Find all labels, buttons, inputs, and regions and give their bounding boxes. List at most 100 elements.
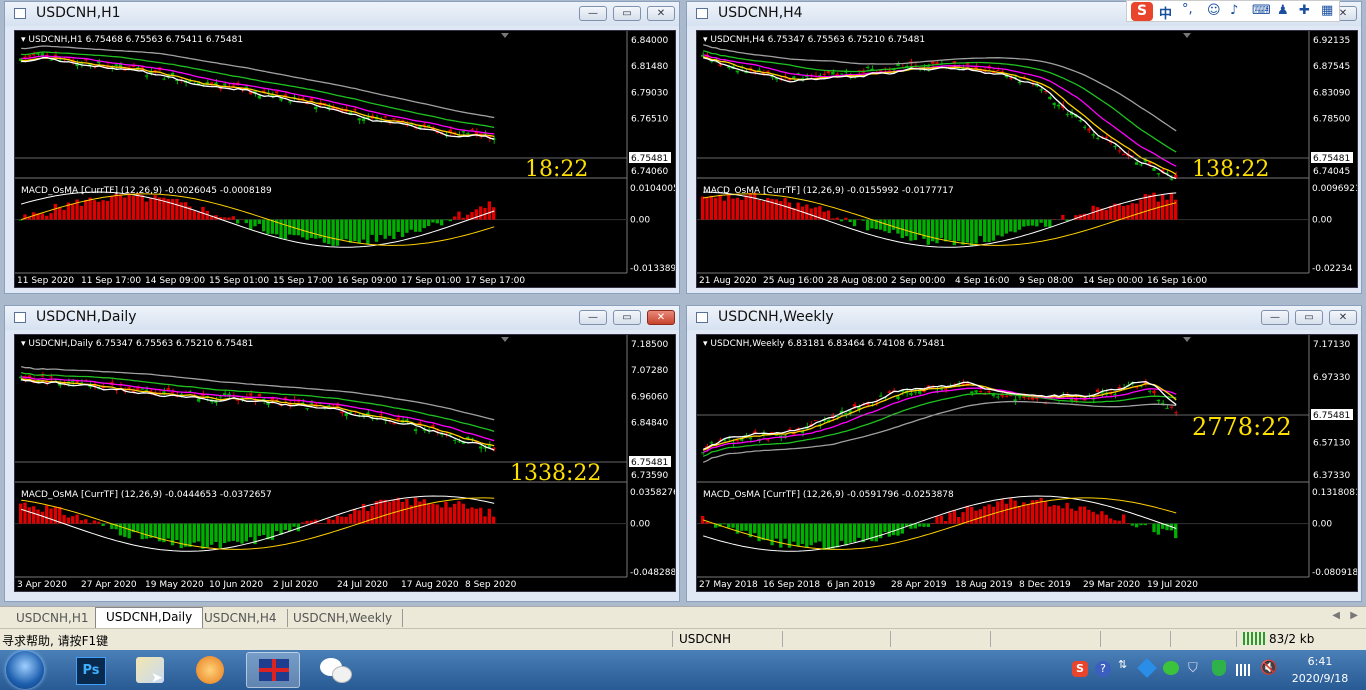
tab-scroll-left-icon[interactable]: ◀ [1332, 610, 1340, 621]
close-button[interactable]: ✕ [647, 310, 675, 325]
start-orb-icon[interactable] [6, 651, 44, 689]
window-titlebar[interactable]: USDCNH,Weekly — ▭ ✕ [687, 306, 1361, 330]
osma-histogram-bar [1000, 219, 1004, 237]
candle-body [357, 118, 361, 121]
tray-security-icon[interactable] [1212, 660, 1226, 676]
minimize-button[interactable]: — [579, 6, 607, 21]
tray-feather-icon[interactable] [1137, 658, 1157, 678]
tab-usdcnh-h4[interactable]: USDCNH,H4 [194, 609, 288, 627]
chart-canvas[interactable]: ▾ USDCNH,Daily 6.75347 6.75563 6.75210 6… [14, 334, 676, 592]
osma-histogram-bar [718, 194, 722, 220]
time-scale-label: 11 Sep 17:00 [81, 276, 141, 286]
ime-toolbox-icon[interactable]: ▦ [1321, 3, 1333, 18]
osma-histogram-bar [1104, 209, 1108, 220]
taskbar-metatrader[interactable] [246, 652, 300, 688]
tray-clock-time[interactable]: 6:41 [1290, 655, 1350, 668]
tab-scroll-right-icon[interactable]: ▶ [1350, 610, 1358, 621]
ime-emoji-icon[interactable]: ☺ [1207, 3, 1221, 18]
ime-user-icon[interactable]: ♟ [1277, 3, 1289, 18]
candle-body [84, 59, 88, 61]
tray-network-icon[interactable] [1236, 664, 1252, 676]
window-titlebar[interactable]: USDCNH,H1 — ▭ ✕ [5, 2, 679, 26]
osma-histogram-bar [27, 507, 32, 524]
osma-histogram-bar [53, 203, 58, 220]
osma-histogram-bar [731, 198, 735, 220]
osma-histogram-bar [701, 196, 705, 220]
tray-shield-icon[interactable]: ⛉ [1188, 661, 1198, 676]
taskbar-browser[interactable] [184, 652, 238, 688]
price-scale-label: 6.81480 [631, 62, 668, 72]
candle-body [766, 70, 770, 72]
osma-histogram-bar [800, 523, 805, 544]
chart-window-h1[interactable]: USDCNH,H1 — ▭ ✕ ▾ USDCNH,H1 6.75468 6.75563 … [4, 1, 680, 294]
osma-histogram-bar [991, 506, 996, 524]
osma-histogram-bar [105, 200, 110, 220]
close-button[interactable]: ✕ [1329, 310, 1357, 325]
tray-volume-muted-icon[interactable]: 🔇 [1260, 660, 1277, 676]
tray-arrows-icon[interactable]: ⇅ [1118, 658, 1127, 671]
osma-histogram-bar [387, 501, 392, 524]
osma-histogram-bar [201, 523, 205, 549]
chart-window-daily[interactable]: USDCNH,Daily — ▭ ✕ ▾ USDCNH,Daily 6.75347 6.… [4, 305, 680, 602]
ime-mode-label[interactable]: 中 [1159, 3, 1172, 22]
window-titlebar[interactable]: USDCNH,Daily — ▭ ✕ [5, 306, 679, 330]
tab-usdcnh-daily[interactable]: USDCNH,Daily [95, 607, 204, 629]
chart-window-weekly[interactable]: USDCNH,Weekly — ▭ ✕ ▾ USDCNH,Weekly 6.83181 … [686, 305, 1362, 602]
ime-toolbar[interactable]: S 中 °, ☺ ♪ ⌨ ♟ ✚ ▦ [1126, 0, 1340, 22]
osma-histogram-bar [479, 206, 483, 220]
osma-histogram-bar [978, 219, 983, 237]
osma-histogram-bar [987, 219, 991, 243]
moving-average-gray-line [21, 365, 495, 421]
osma-histogram-bar [244, 523, 249, 542]
tray-help-icon[interactable]: ? [1095, 661, 1111, 677]
osma-histogram-bar [705, 521, 709, 524]
candle-body [1121, 154, 1126, 156]
maximize-button[interactable]: ▭ [613, 6, 641, 21]
candle-body [275, 91, 279, 94]
tray-sogou-icon[interactable]: S [1072, 661, 1088, 677]
osma-histogram-bar [71, 516, 75, 524]
close-button[interactable]: ✕ [647, 6, 675, 21]
osma-histogram-bar [779, 523, 783, 548]
osma-histogram-bar [296, 219, 301, 236]
moving-average-white-line [703, 57, 1177, 180]
osma-histogram-bar [400, 501, 405, 524]
osma-histogram-bar [62, 209, 66, 220]
osma-histogram-bar [357, 510, 361, 524]
chart-window-h4[interactable]: USDCNH,H4—▭✕▾ USDCNH,H4 6.75347 6.75563 … [686, 1, 1362, 294]
osma-histogram-bar [948, 512, 952, 524]
taskbar-wechat[interactable] [308, 652, 362, 688]
chart-canvas[interactable]: ▾ USDCNH,H1 6.75468 6.75563 6.75411 6.75… [14, 30, 676, 288]
osma-histogram-bar [740, 199, 744, 220]
minimize-button[interactable]: — [579, 310, 607, 325]
ime-keyboard-icon[interactable]: ⌨ [1252, 3, 1271, 18]
candle-body [1078, 120, 1082, 122]
osma-histogram-bar [492, 207, 496, 220]
osma-histogram-bar [327, 219, 331, 245]
ime-skin-icon[interactable]: ✚ [1299, 3, 1310, 18]
taskbar-photoshop[interactable]: Ps [64, 652, 118, 688]
osma-histogram-bar [991, 219, 996, 241]
tab-usdcnh-weekly[interactable]: USDCNH,Weekly [283, 609, 404, 627]
candle-body [944, 389, 948, 391]
maximize-button[interactable]: ▭ [613, 310, 641, 325]
osma-histogram-bar [1035, 219, 1039, 227]
maximize-button[interactable]: ▭ [1295, 310, 1323, 325]
osma-histogram-bar [227, 523, 231, 542]
ime-punct-icon[interactable]: °, [1182, 2, 1193, 17]
candle-body [71, 380, 75, 383]
osma-histogram-bar [852, 219, 857, 227]
time-scale-label: 28 Aug 08:00 [827, 276, 888, 286]
candle-body [766, 439, 770, 441]
taskbar-pencil-app[interactable]: ➤ [124, 652, 178, 688]
minimize-button[interactable]: — [1261, 310, 1289, 325]
tray-clock-date[interactable]: 2020/9/18 [1282, 672, 1358, 685]
chart-canvas[interactable]: ▾ USDCNH,H4 6.75347 6.75563 6.75210 6.75… [696, 30, 1358, 288]
ime-voice-icon[interactable]: ♪ [1230, 3, 1238, 18]
tab-usdcnh-h1[interactable]: USDCNH,H1 [6, 609, 100, 627]
osma-histogram-bar [822, 211, 826, 220]
osma-histogram-bar [926, 219, 931, 245]
chart-canvas[interactable]: ▾ USDCNH,Weekly 6.83181 6.83464 6.74108 … [696, 334, 1358, 592]
tray-wechat-icon[interactable] [1163, 661, 1179, 675]
osma-histogram-bar [1074, 510, 1078, 524]
